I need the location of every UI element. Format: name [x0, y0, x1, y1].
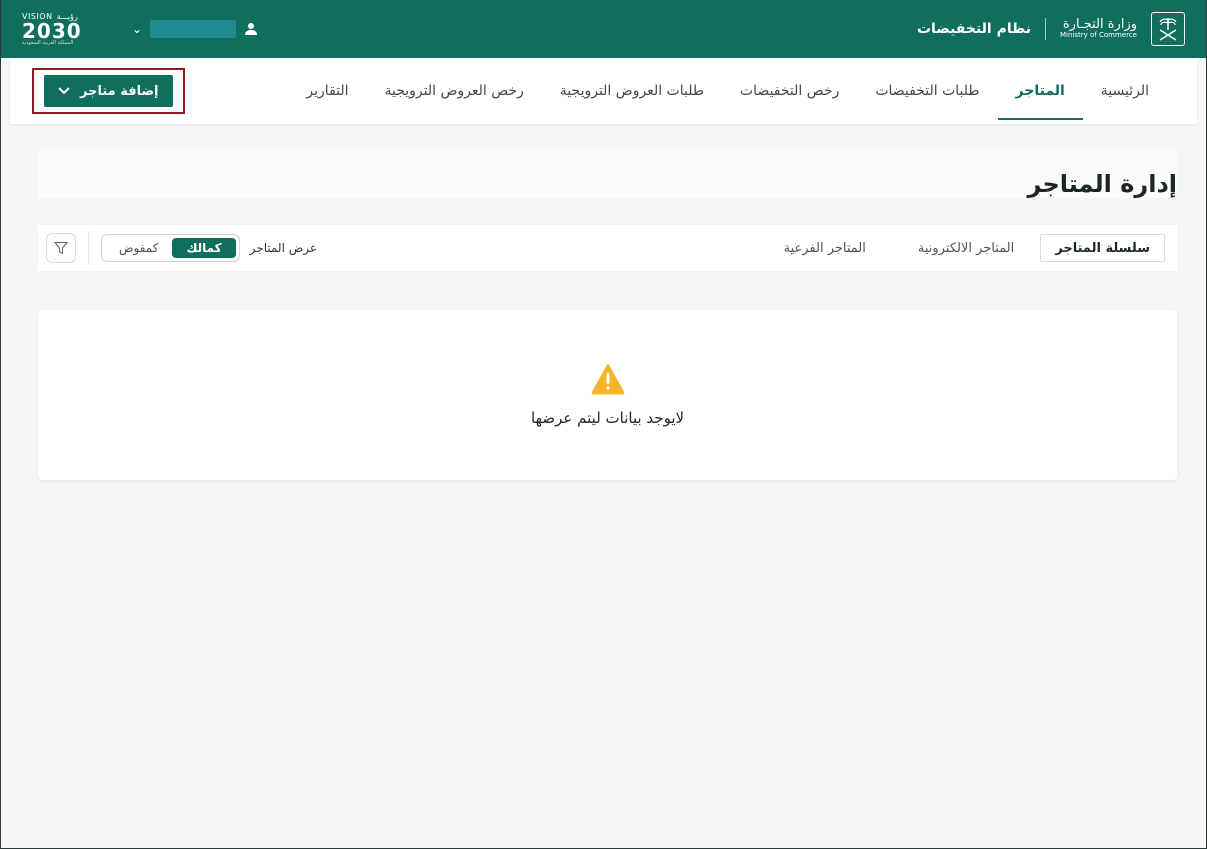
chevron-down-icon [58, 85, 70, 98]
title-strip [38, 149, 1177, 198]
tab-online-stores[interactable]: المتاجر الالكترونية [892, 234, 1040, 262]
nav-promo-licenses[interactable]: رخص العروض الترويجية [366, 58, 541, 124]
warning-icon [591, 364, 624, 395]
ministry-name: وزارة التجـارة Ministry of Commerce [1060, 17, 1137, 40]
add-store-label: إضافة متاجر [80, 83, 159, 99]
ministry-name-ar: وزارة التجـارة [1062, 17, 1137, 32]
emblem-icon [1151, 12, 1185, 46]
tab-branch-stores[interactable]: المتاجر الفرعية [758, 234, 892, 262]
nav-promo-requests[interactable]: طلبات العروض الترويجية [542, 58, 722, 124]
nav-stores[interactable]: المتاجر [997, 58, 1083, 124]
top-bar-right: وزارة التجـارة Ministry of Commerce نظام… [917, 12, 1185, 46]
user-menu[interactable]: ⌄ [132, 20, 258, 38]
toolbar-divider [88, 231, 89, 265]
nav-discount-requests[interactable]: طلبات التخفيضات [857, 58, 997, 124]
user-name-redacted [150, 20, 237, 38]
main-nav: الرئيسية المتاجر طلبات التخفيضات رخص الت… [10, 58, 1197, 124]
filter-button[interactable] [46, 233, 76, 263]
page-title: إدارة المتاجر [1027, 170, 1177, 198]
vision-number: 2030 [22, 18, 82, 43]
nav-reports[interactable]: التقارير [288, 58, 366, 124]
top-bar: VISION رؤيـــة 2030 المملكة العربية السع… [0, 0, 1207, 58]
toggle-owner[interactable]: كمالك [172, 238, 236, 258]
add-store-button[interactable]: إضافة متاجر [44, 75, 173, 107]
empty-state-card: لايوجد بيانات ليتم عرضها [38, 310, 1177, 480]
vision-subtitle: المملكة العربية السعودية [22, 39, 74, 46]
nav-home[interactable]: الرئيسية [1083, 58, 1167, 124]
view-stores-label: عرض المتاجر [249, 241, 318, 255]
add-store-highlight: إضافة متاجر [32, 68, 185, 114]
toggle-delegate[interactable]: كمفوض [105, 238, 172, 258]
filter-icon [54, 242, 68, 255]
empty-state-message: لايوجد بيانات ليتم عرضها [530, 409, 685, 427]
chevron-down-icon: ⌄ [132, 22, 143, 36]
system-name: نظام التخفيضات [916, 21, 1032, 37]
nav-discount-licenses[interactable]: رخص التخفيضات [722, 58, 857, 124]
stores-toolbar: سلسلة المتاجر المتاجر الالكترونية المتاج… [38, 225, 1177, 271]
ministry-name-en: Ministry of Commerce [1060, 31, 1137, 40]
user-icon [245, 23, 258, 35]
view-mode-toggle: كمالك كمفوض [101, 234, 240, 262]
vision-2030-logo: VISION رؤيـــة 2030 المملكة العربية السع… [22, 11, 114, 47]
tab-store-chains[interactable]: سلسلة المتاجر [1040, 234, 1165, 262]
header-divider [1045, 18, 1047, 40]
top-bar-left: VISION رؤيـــة 2030 المملكة العربية السع… [22, 11, 258, 47]
